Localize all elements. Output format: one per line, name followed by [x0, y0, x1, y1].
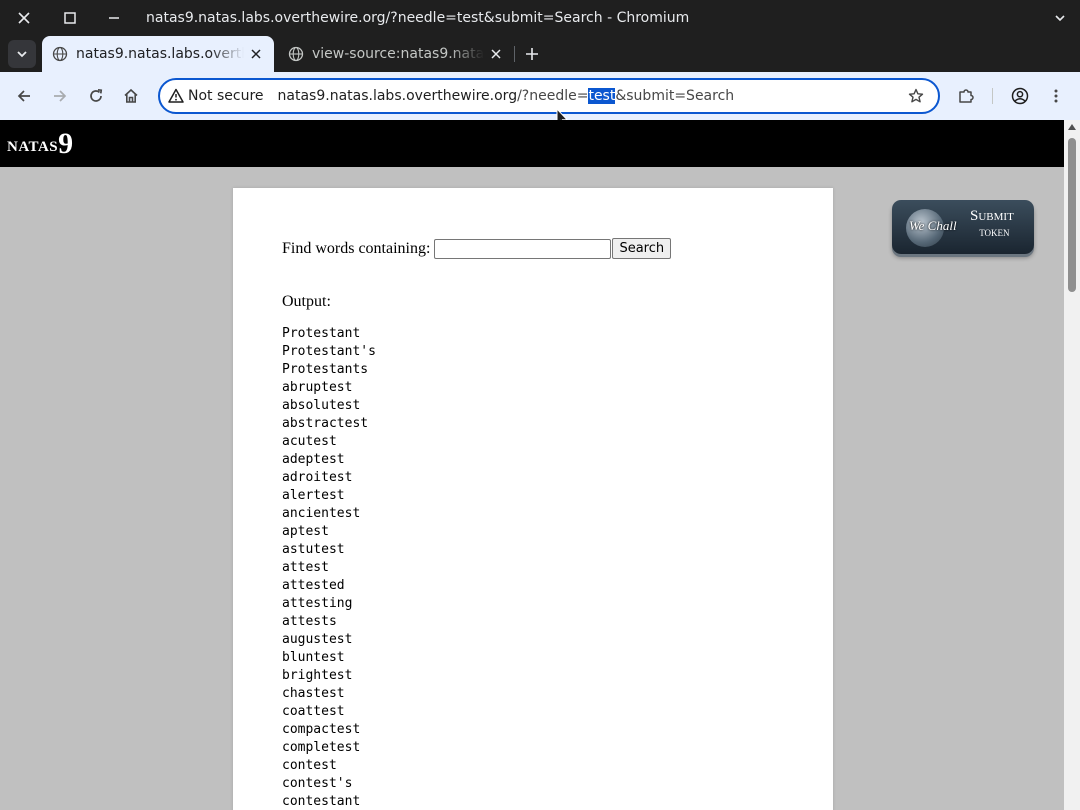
output-word: Protestant's: [282, 344, 376, 359]
search-label: Find words containing:: [282, 239, 431, 257]
back-button[interactable]: [10, 82, 38, 110]
chevron-down-icon: [17, 51, 27, 58]
header-title: natas: [7, 130, 59, 156]
menu-button[interactable]: [1042, 82, 1070, 110]
reload-icon: [90, 88, 103, 102]
url-selection: test: [588, 88, 616, 104]
output-list: Protestant Protestant's Protestants abrupte…: [282, 325, 376, 810]
output-word: coattest: [282, 704, 345, 719]
scrollbar-thumb[interactable]: [1068, 138, 1076, 292]
kebab-menu-icon: [1054, 89, 1058, 103]
natas-header: natas 9: [0, 120, 1064, 167]
profile-button[interactable]: [1006, 82, 1034, 110]
scroll-up-arrow-icon[interactable]: [1068, 124, 1076, 130]
window-titlebar: natas9.natas.labs.overthewire.org/?needl…: [0, 0, 1080, 36]
tab-separator: [514, 46, 515, 62]
search-form: Find words containing: Search: [282, 238, 672, 259]
extensions-button[interactable]: [952, 82, 980, 110]
submit-token-label: Submit token: [970, 208, 1014, 240]
window-maximize-button[interactable]: [48, 0, 92, 36]
wechall-logo: We Chall: [909, 218, 957, 233]
header-level: 9: [58, 126, 74, 160]
output-word: attesting: [282, 596, 353, 611]
output-word: Protestants: [282, 362, 369, 377]
window-close-button[interactable]: [0, 0, 48, 36]
tab-label: view-source:natas9.natas.labs.overthewir…: [312, 46, 484, 62]
output-word: attest: [282, 560, 329, 575]
url-query-rest: &submit=Search: [615, 88, 735, 104]
output-word: adroitest: [282, 470, 353, 485]
tab-label: natas9.natas.labs.overthewire.org/?needl…: [76, 46, 244, 62]
content-panel: Find words containing: Search Output: Pr…: [233, 188, 833, 810]
close-icon: [251, 49, 261, 59]
reload-button[interactable]: [82, 82, 110, 110]
output-word: Protestant: [282, 326, 361, 341]
output-word: astutest: [282, 542, 345, 557]
output-word: bluntest: [282, 650, 345, 665]
globe-icon: [288, 46, 304, 62]
output-word: contest: [282, 758, 337, 773]
home-button[interactable]: [117, 82, 145, 110]
output-word: chastest: [282, 686, 345, 701]
output-word: absolutest: [282, 398, 361, 413]
chevron-down-icon[interactable]: [1054, 12, 1066, 24]
tab-strip: natas9.natas.labs.overthewire.org/?needl…: [0, 36, 1080, 72]
star-icon[interactable]: [908, 88, 924, 104]
url-host: natas9.natas.labs.overthewire.org: [277, 88, 518, 104]
arrow-right-icon: [54, 90, 67, 102]
maximize-icon: [64, 12, 76, 24]
close-icon: [18, 12, 30, 24]
output-word: alertest: [282, 488, 345, 503]
tab-close-button[interactable]: [244, 42, 268, 66]
url-query: /?needle=: [517, 88, 589, 104]
output-word: compactest: [282, 722, 361, 737]
minimize-icon: [109, 17, 119, 19]
output-word: acutest: [282, 434, 337, 449]
forward-button[interactable]: [46, 82, 74, 110]
output-label: Output:: [282, 293, 331, 310]
home-icon: [124, 88, 138, 103]
tab-search-button[interactable]: [8, 40, 36, 68]
search-button[interactable]: Search: [612, 238, 672, 259]
arrow-left-icon: [17, 90, 30, 102]
puzzle-icon: [959, 89, 974, 103]
browser-toolbar: Not secure natas9.natas.labs.overthewire…: [0, 72, 1080, 120]
window-minimize-button[interactable]: [92, 0, 136, 36]
page-scrollbar[interactable]: [1064, 120, 1080, 810]
output-word: completest: [282, 740, 361, 755]
output-word: attests: [282, 614, 337, 629]
output-word: contest's: [282, 776, 353, 791]
output-word: abstractest: [282, 416, 369, 431]
token-label: token: [979, 224, 1010, 239]
plus-icon: [526, 48, 538, 60]
submit-label: Submit: [970, 208, 1014, 224]
output-word: aptest: [282, 524, 329, 539]
output-word: adeptest: [282, 452, 345, 467]
output-word: augustest: [282, 632, 353, 647]
web-page: natas 9 Find words containing: Search Out…: [0, 120, 1064, 810]
security-label: Not secure: [188, 88, 264, 104]
toolbar-separator: [992, 88, 993, 104]
url-text[interactable]: natas9.natas.labs.overthewire.org/?needl…: [277, 88, 735, 104]
tab-close-button[interactable]: [484, 42, 508, 66]
output-word: brightest: [282, 668, 353, 683]
output-word: abruptest: [282, 380, 353, 395]
needle-input[interactable]: [434, 238, 612, 259]
output-word: ancientest: [282, 506, 361, 521]
output-word: contestant: [282, 794, 361, 809]
tab-view-source[interactable]: view-source:natas9.natas.labs.overthewir…: [278, 36, 514, 72]
globe-icon: [52, 46, 68, 62]
window-title: natas9.natas.labs.overthewire.org/?needl…: [146, 10, 690, 26]
wechall-submit-token-button[interactable]: We Chall Submit token: [892, 200, 1034, 254]
security-indicator[interactable]: Not secure: [168, 88, 264, 104]
warning-icon: [168, 88, 184, 103]
account-icon: [1011, 87, 1029, 105]
close-icon: [491, 49, 501, 59]
output-word: attested: [282, 578, 345, 593]
tab-natas9[interactable]: natas9.natas.labs.overthewire.org/?needl…: [42, 36, 274, 72]
new-tab-button[interactable]: [518, 40, 546, 68]
address-bar[interactable]: Not secure natas9.natas.labs.overthewire…: [158, 78, 940, 114]
